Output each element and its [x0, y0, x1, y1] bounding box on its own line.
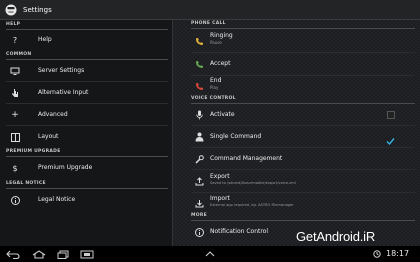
section-header-phone-call: PHONE CALL	[191, 21, 226, 26]
legal-notice-label: Legal Notice	[38, 196, 76, 203]
phone-accept-icon	[194, 59, 204, 69]
import-subtitle: External app required, eg. ASTRO Fileman…	[210, 203, 294, 207]
title-bar: Settings	[0, 0, 420, 20]
checkmark-icon	[386, 138, 395, 146]
recents-icon[interactable]	[56, 249, 70, 259]
help-item[interactable]: ? Help	[0, 30, 172, 50]
section-header-legal: LEGAL NOTICE	[6, 181, 46, 186]
up-chevron-icon[interactable]	[203, 249, 217, 259]
layout-icon	[10, 132, 20, 142]
home-icon[interactable]	[32, 249, 46, 259]
single-command-label: Single Command	[210, 133, 262, 140]
single-command-item[interactable]: Single Command	[173, 126, 420, 147]
command-management-label: Command Management	[210, 155, 283, 162]
activate-item[interactable]: Activate	[173, 104, 420, 125]
phone-end-icon	[194, 81, 204, 91]
section-header-more: MORE	[191, 213, 208, 218]
server-settings-item[interactable]: Server Settings	[0, 60, 172, 81]
export-subtitle: Saved to /sdcard/ibxsvrmobile/export/voi…	[210, 181, 296, 185]
person-icon	[194, 132, 204, 142]
sync-icon	[372, 249, 382, 259]
monitor-icon	[10, 66, 20, 76]
info-icon	[194, 227, 204, 237]
info-icon	[10, 195, 20, 205]
import-icon	[194, 198, 204, 208]
plus-icon: +	[11, 109, 19, 120]
export-label: Export	[210, 173, 230, 180]
microphone-icon	[194, 110, 204, 120]
import-item[interactable]: Import External app required, eg. ASTRO …	[173, 193, 420, 215]
layout-item[interactable]: Layout	[0, 126, 172, 147]
watermark: GetAndroid.iR	[296, 229, 376, 244]
legal-notice-item[interactable]: Legal Notice	[0, 189, 172, 211]
accept-item[interactable]: Accept	[173, 53, 420, 75]
export-icon	[194, 176, 204, 186]
ringing-subtitle: Pause	[210, 40, 222, 45]
ringing-item[interactable]: Ringing Pause	[173, 29, 420, 52]
screenshot-icon[interactable]	[80, 249, 94, 259]
status-clock: 18:17	[386, 249, 410, 258]
command-management-item[interactable]: Command Management	[173, 148, 420, 169]
accept-label: Accept	[210, 60, 231, 67]
wrench-icon	[194, 154, 204, 164]
activate-label: Activate	[210, 111, 235, 118]
advanced-item[interactable]: + Advanced	[0, 104, 172, 125]
settings-detail-pane: PHONE CALL Ringing Pause Accept End Play…	[173, 20, 420, 246]
system-nav-bar: 18:17	[0, 246, 420, 262]
section-header-common: COMMON	[6, 52, 32, 57]
hand-icon	[10, 88, 20, 98]
import-label: Import	[210, 195, 230, 202]
activate-checkbox[interactable]	[387, 111, 395, 119]
phone-ringing-icon	[194, 36, 204, 46]
end-label: End	[210, 77, 222, 84]
notification-control-label: Notification Control	[210, 228, 269, 235]
dollar-icon: $	[12, 163, 18, 173]
section-header-help: HELP	[6, 22, 21, 27]
premium-upgrade-item[interactable]: $ Premium Upgrade	[0, 157, 172, 178]
section-header-premium: PREMIUM UPGRADE	[6, 149, 61, 154]
end-subtitle: Play	[210, 85, 219, 90]
section-header-voice-control: VOICE CONTROL	[191, 96, 236, 101]
page-title: Settings	[23, 5, 52, 14]
settings-categories-pane: HELP ? Help COMMON Server Settings Alter…	[0, 20, 172, 246]
layout-label: Layout	[38, 133, 59, 140]
single-command-checkbox[interactable]	[386, 131, 395, 146]
ringing-label: Ringing	[210, 32, 233, 39]
help-label: Help	[38, 36, 52, 43]
back-icon[interactable]	[6, 249, 20, 259]
end-item[interactable]: End Play	[173, 76, 420, 96]
question-icon: ?	[12, 35, 18, 45]
premium-upgrade-label: Premium Upgrade	[38, 164, 93, 171]
export-item[interactable]: Export Saved to /sdcard/ibxsvrmobile/exp…	[173, 170, 420, 192]
alternative-input-label: Alternative Input	[38, 89, 89, 96]
alternative-input-item[interactable]: Alternative Input	[0, 82, 172, 103]
face-icon	[5, 4, 17, 16]
advanced-label: Advanced	[38, 111, 68, 118]
server-settings-label: Server Settings	[38, 67, 85, 74]
